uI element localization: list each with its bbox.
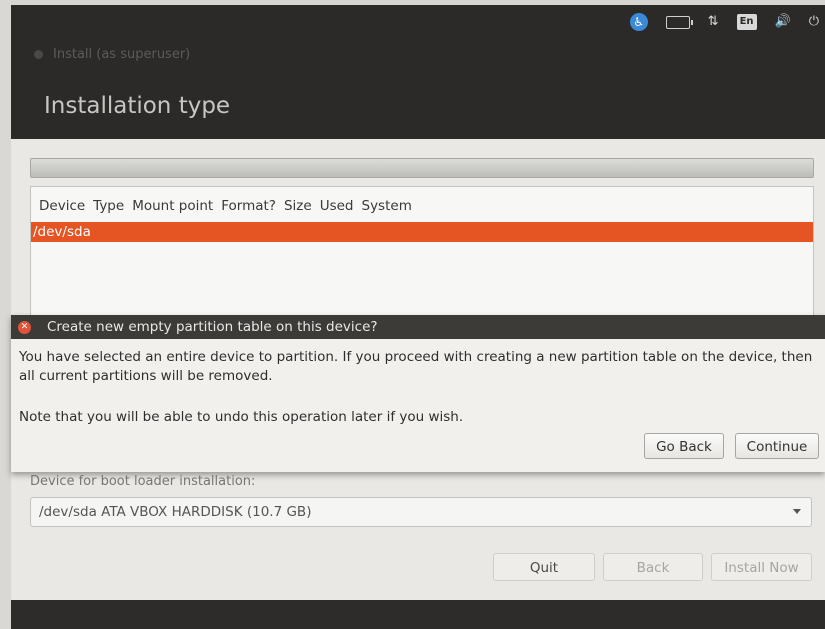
continue-button[interactable]: Continue: [735, 433, 819, 459]
confirm-dialog: ✕ Create new empty partition table on th…: [11, 315, 825, 472]
dialog-titlebar: ✕ Create new empty partition table on th…: [11, 315, 825, 339]
close-icon[interactable]: ✕: [18, 321, 31, 334]
window-title: Install (as superuser): [34, 47, 190, 62]
window-header: ♿ ⇅ En 🔊 ⏻ Install (as superuser) Instal…: [11, 5, 825, 139]
accessibility-icon[interactable]: ♿: [629, 13, 648, 31]
battery-icon[interactable]: [665, 15, 693, 29]
column-header-size[interactable]: Size: [276, 195, 312, 217]
boot-loader-value: /dev/sda ATA VBOX HARDDISK (10.7 GB): [39, 504, 312, 520]
volume-icon[interactable]: 🔊: [775, 13, 791, 31]
partition-table[interactable]: Device Type Mount point Format? Size Use…: [30, 186, 814, 320]
partition-bar: [30, 158, 814, 178]
boot-loader-label: Device for boot loader installation:: [30, 474, 256, 489]
back-button[interactable]: Back: [603, 553, 703, 581]
column-header-used[interactable]: Used: [312, 195, 354, 217]
dialog-title: Create new empty partition table on this…: [47, 319, 378, 335]
dialog-note: Note that you will be able to undo this …: [19, 409, 464, 425]
window-close-icon[interactable]: [34, 50, 43, 59]
keyboard-layout-icon[interactable]: En: [736, 14, 757, 30]
power-icon[interactable]: ⏻: [809, 13, 819, 31]
quit-button[interactable]: Quit: [493, 553, 595, 581]
device-cell: /dev/sda: [33, 224, 91, 240]
column-header-type[interactable]: Type: [85, 195, 124, 217]
window-title-text: Install (as superuser): [53, 47, 191, 62]
network-icon[interactable]: ⇅: [708, 13, 719, 31]
column-header-system[interactable]: System: [354, 195, 412, 217]
dialog-message: You have selected an entire device to pa…: [19, 349, 813, 384]
table-row[interactable]: /dev/sda: [31, 222, 813, 242]
table-header: Device Type Mount point Format? Size Use…: [31, 195, 412, 217]
go-back-button[interactable]: Go Back: [644, 433, 724, 459]
page-title: Installation type: [44, 93, 231, 119]
column-header-format[interactable]: Format?: [213, 195, 276, 217]
system-indicators: ♿ ⇅ En 🔊 ⏻: [629, 13, 819, 31]
bottom-panel: [11, 600, 825, 629]
column-header-mount-point[interactable]: Mount point: [124, 195, 213, 217]
chevron-down-icon: [793, 509, 801, 514]
column-header-device[interactable]: Device: [31, 195, 85, 217]
install-now-button[interactable]: Install Now: [711, 553, 812, 581]
screen-left-edge: [0, 0, 11, 629]
boot-loader-select[interactable]: /dev/sda ATA VBOX HARDDISK (10.7 GB): [30, 497, 812, 527]
